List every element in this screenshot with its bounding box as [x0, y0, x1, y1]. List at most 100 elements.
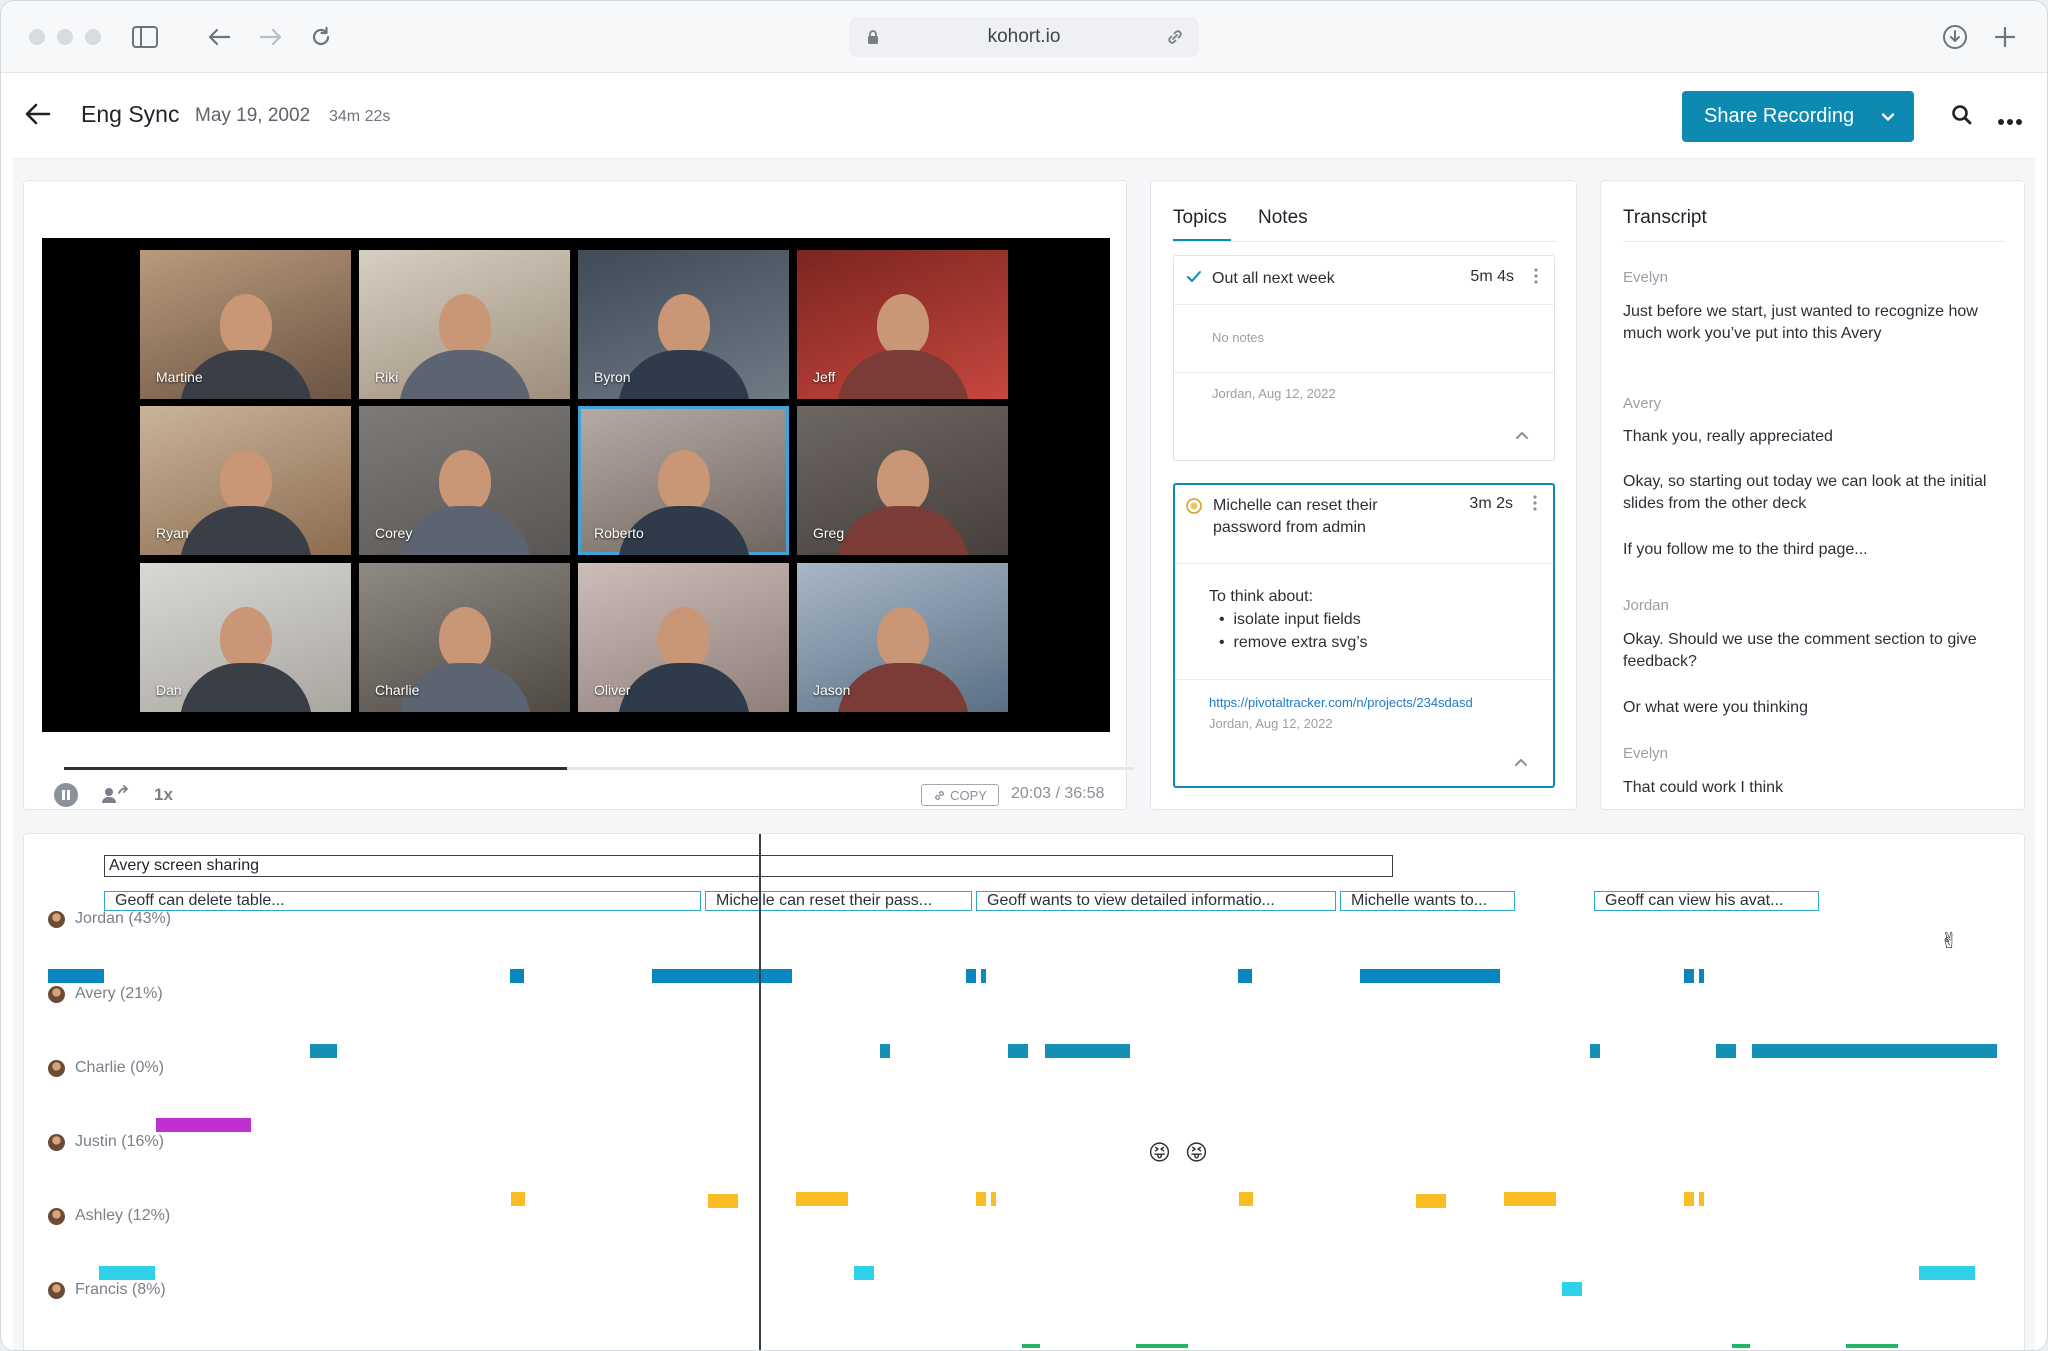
participant-tile[interactable]: Jason: [797, 563, 1008, 712]
participant-body: [836, 350, 969, 399]
participant-tile[interactable]: Ryan: [140, 406, 351, 555]
speaker-segment[interactable]: [1416, 1194, 1446, 1208]
window-maximize-button[interactable]: [85, 29, 101, 45]
speaker-segment[interactable]: [1504, 1192, 1556, 1206]
speaker-segment[interactable]: [1752, 1044, 1997, 1058]
participant-tile[interactable]: Oliver: [578, 563, 789, 712]
participant-tile[interactable]: Greg: [797, 406, 1008, 555]
participant-tile[interactable]: Charlie: [359, 563, 570, 712]
chevron-up-icon[interactable]: [1514, 428, 1530, 446]
transcript-line[interactable]: Just before we start, just wanted to rec…: [1623, 301, 2003, 345]
search-icon[interactable]: [1950, 103, 1974, 132]
speaker-segment[interactable]: [708, 1194, 738, 1208]
window-minimize-button[interactable]: [57, 29, 73, 45]
topic-card[interactable]: Out all next week 5m 4s No notes Jordan,…: [1173, 255, 1555, 461]
more-options-icon[interactable]: [1997, 113, 2023, 131]
chevron-up-icon[interactable]: [1513, 755, 1529, 773]
speaker-segment[interactable]: [1360, 969, 1500, 983]
speaker-segment[interactable]: [48, 969, 104, 983]
speaker-timeline[interactable]: Avery screen sharing Geoff can delete ta…: [23, 833, 2025, 1350]
speaker-segment[interactable]: [1136, 1344, 1188, 1348]
screenshare-track[interactable]: Avery screen sharing: [104, 855, 1393, 877]
topic-chip[interactable]: Michelle can reset their pass...: [705, 891, 972, 911]
transcript-line[interactable]: If you follow me to the third page...: [1623, 539, 2003, 561]
speaker-segment[interactable]: [156, 1118, 251, 1132]
window-close-button[interactable]: [29, 29, 45, 45]
tongue-reaction-icon[interactable]: 😝: [1148, 1140, 1171, 1166]
speaker-segment[interactable]: [1239, 1192, 1253, 1206]
topic-card-selected[interactable]: Michelle can reset their password from a…: [1173, 483, 1555, 788]
timeline-playhead[interactable]: [759, 834, 761, 1350]
speaker-segment[interactable]: [880, 1044, 890, 1058]
speaker-segment[interactable]: [1699, 1192, 1704, 1206]
share-recording-button[interactable]: Share Recording: [1682, 91, 1914, 142]
speaker-segment[interactable]: [1562, 1282, 1582, 1296]
note-heading: To think about:: [1209, 588, 1314, 605]
speaker-segment[interactable]: [1238, 969, 1252, 983]
speaker-segment[interactable]: [1684, 1192, 1694, 1206]
topic-chip[interactable]: Geoff wants to view detailed informatio.…: [976, 891, 1336, 911]
topic-title: Out all next week: [1212, 270, 1335, 287]
browser-reload-icon[interactable]: [307, 23, 335, 51]
back-arrow-icon[interactable]: [25, 103, 51, 130]
participant-tile[interactable]: Byron: [578, 250, 789, 399]
speaker-segment[interactable]: [976, 1192, 986, 1206]
speaker-segment[interactable]: [1684, 969, 1694, 983]
speaker-segment[interactable]: [854, 1266, 874, 1280]
speaker-segment[interactable]: [796, 1192, 848, 1206]
participant-tile[interactable]: Corey: [359, 406, 570, 555]
speaker-segment[interactable]: [981, 969, 986, 983]
speaker-segment[interactable]: [1846, 1344, 1898, 1348]
link-icon[interactable]: [1165, 27, 1185, 53]
sidebar-toggle-icon[interactable]: [131, 23, 159, 51]
transcript-line[interactable]: Thank you, really appreciated: [1623, 426, 2003, 448]
video-player[interactable]: Martine Riki Byron Jeff Ryan Corey Roberto Greg…: [42, 238, 1110, 732]
topic-menu-icon[interactable]: [1533, 495, 1537, 511]
speaker-segment[interactable]: [652, 969, 792, 983]
browser-back-icon[interactable]: [205, 23, 233, 51]
pause-button[interactable]: [54, 783, 78, 807]
speaker-segment[interactable]: [510, 969, 524, 983]
copy-timestamp-button[interactable]: COPY: [921, 784, 999, 806]
speaker-segment[interactable]: [1590, 1044, 1600, 1058]
download-icon[interactable]: [1941, 23, 1969, 51]
participant-tile[interactable]: Dan: [140, 563, 351, 712]
speaker-segment[interactable]: [1008, 1044, 1028, 1058]
speaker-segment[interactable]: [1732, 1344, 1750, 1348]
topic-chip[interactable]: Geoff can view his avat...: [1594, 891, 1819, 911]
transcript-line[interactable]: Or what were you thinking: [1623, 697, 2003, 719]
speaker-segment[interactable]: [1045, 1044, 1130, 1058]
participant-tile[interactable]: Roberto: [578, 406, 789, 555]
topic-link[interactable]: https://pivotaltracker.com/n/projects/23…: [1209, 695, 1473, 710]
speaker-segment[interactable]: [511, 1192, 525, 1206]
topic-chip[interactable]: Geoff can delete table...: [104, 891, 701, 911]
participant-tile[interactable]: Riki: [359, 250, 570, 399]
tongue-reaction-icon[interactable]: 😝: [1185, 1140, 1208, 1166]
peace-reaction-icon[interactable]: ✌: [1940, 928, 1958, 954]
tab-topics[interactable]: Topics: [1173, 207, 1227, 229]
transcript-line[interactable]: Okay, so starting out today we can look …: [1623, 471, 2003, 515]
lock-icon: [867, 29, 879, 51]
address-bar[interactable]: kohort.io: [849, 17, 1199, 57]
speaker-segment[interactable]: [1699, 969, 1704, 983]
transcript-line[interactable]: Okay. Should we use the comment section …: [1623, 629, 2003, 673]
transcript-line[interactable]: That could work I think: [1623, 777, 2003, 799]
topic-chip[interactable]: Michelle wants to...: [1340, 891, 1515, 911]
speaker-segment[interactable]: [1716, 1044, 1736, 1058]
new-tab-icon[interactable]: [1991, 23, 2019, 51]
speaker-segment[interactable]: [1022, 1344, 1040, 1348]
playback-speed-button[interactable]: 1x: [154, 785, 173, 805]
speaker-segment[interactable]: [310, 1044, 337, 1058]
browser-forward-icon[interactable]: [257, 23, 285, 51]
speaker-segment[interactable]: [99, 1266, 155, 1280]
topic-menu-icon[interactable]: [1534, 268, 1538, 284]
speaker-segment[interactable]: [1919, 1266, 1975, 1280]
link-icon: [935, 790, 944, 800]
speaker-segment[interactable]: [991, 1192, 996, 1206]
playback-progress-bar[interactable]: [64, 767, 1134, 770]
participant-tile[interactable]: Jeff: [797, 250, 1008, 399]
speaker-segment[interactable]: [966, 969, 976, 983]
participant-tile[interactable]: Martine: [140, 250, 351, 399]
speaker-follow-icon[interactable]: [100, 783, 130, 812]
tab-notes[interactable]: Notes: [1258, 207, 1308, 229]
